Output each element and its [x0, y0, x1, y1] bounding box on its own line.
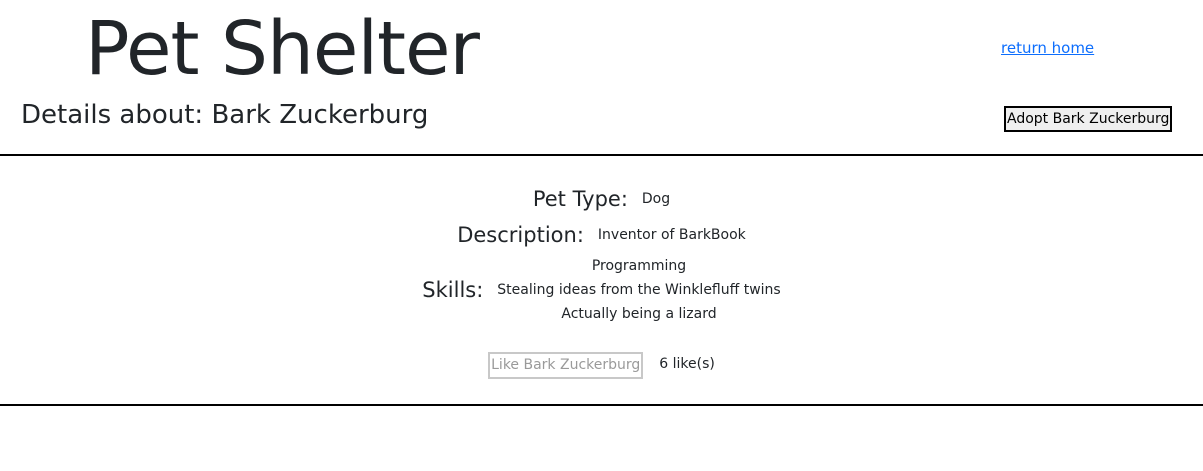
details-heading-prefix: Details about:: [21, 100, 212, 130]
skills-list: Programming Stealing ideas from the Wink…: [497, 254, 780, 326]
pet-name: Bark Zuckerburg: [211, 100, 429, 130]
page: Pet Shelter return home Details about: B…: [0, 0, 1203, 471]
like-button[interactable]: Like Bark Zuckerburg: [488, 351, 644, 379]
description-value: Inventor of BarkBook: [597, 227, 746, 243]
bottom-divider: [0, 404, 1203, 406]
skills-row: Skills: Programming Stealing ideas from …: [0, 254, 1203, 326]
top-divider: [0, 154, 1203, 156]
pet-type-value: Dog: [641, 191, 671, 207]
skills-label: Skills:: [422, 278, 484, 302]
description-label: Description:: [457, 223, 584, 247]
skill-item: Actually being a lizard: [561, 306, 717, 322]
description-row: Description: Inventor of BarkBook: [0, 219, 1203, 251]
skill-item: Stealing ideas from the Winklefluff twin…: [497, 282, 781, 298]
pet-type-row: Pet Type: Dog: [0, 183, 1203, 215]
site-title: Pet Shelter: [85, 6, 480, 92]
return-home-link[interactable]: return home: [1001, 39, 1094, 57]
details-heading: Details about: Bark Zuckerburg: [21, 97, 428, 133]
pet-type-label: Pet Type:: [532, 187, 628, 211]
like-row: Like Bark Zuckerburg 6 like(s): [0, 351, 1203, 379]
like-count: 6 like(s): [659, 355, 715, 372]
skill-item: Programming: [591, 258, 687, 274]
adopt-button[interactable]: Adopt Bark Zuckerburg: [1004, 106, 1173, 132]
